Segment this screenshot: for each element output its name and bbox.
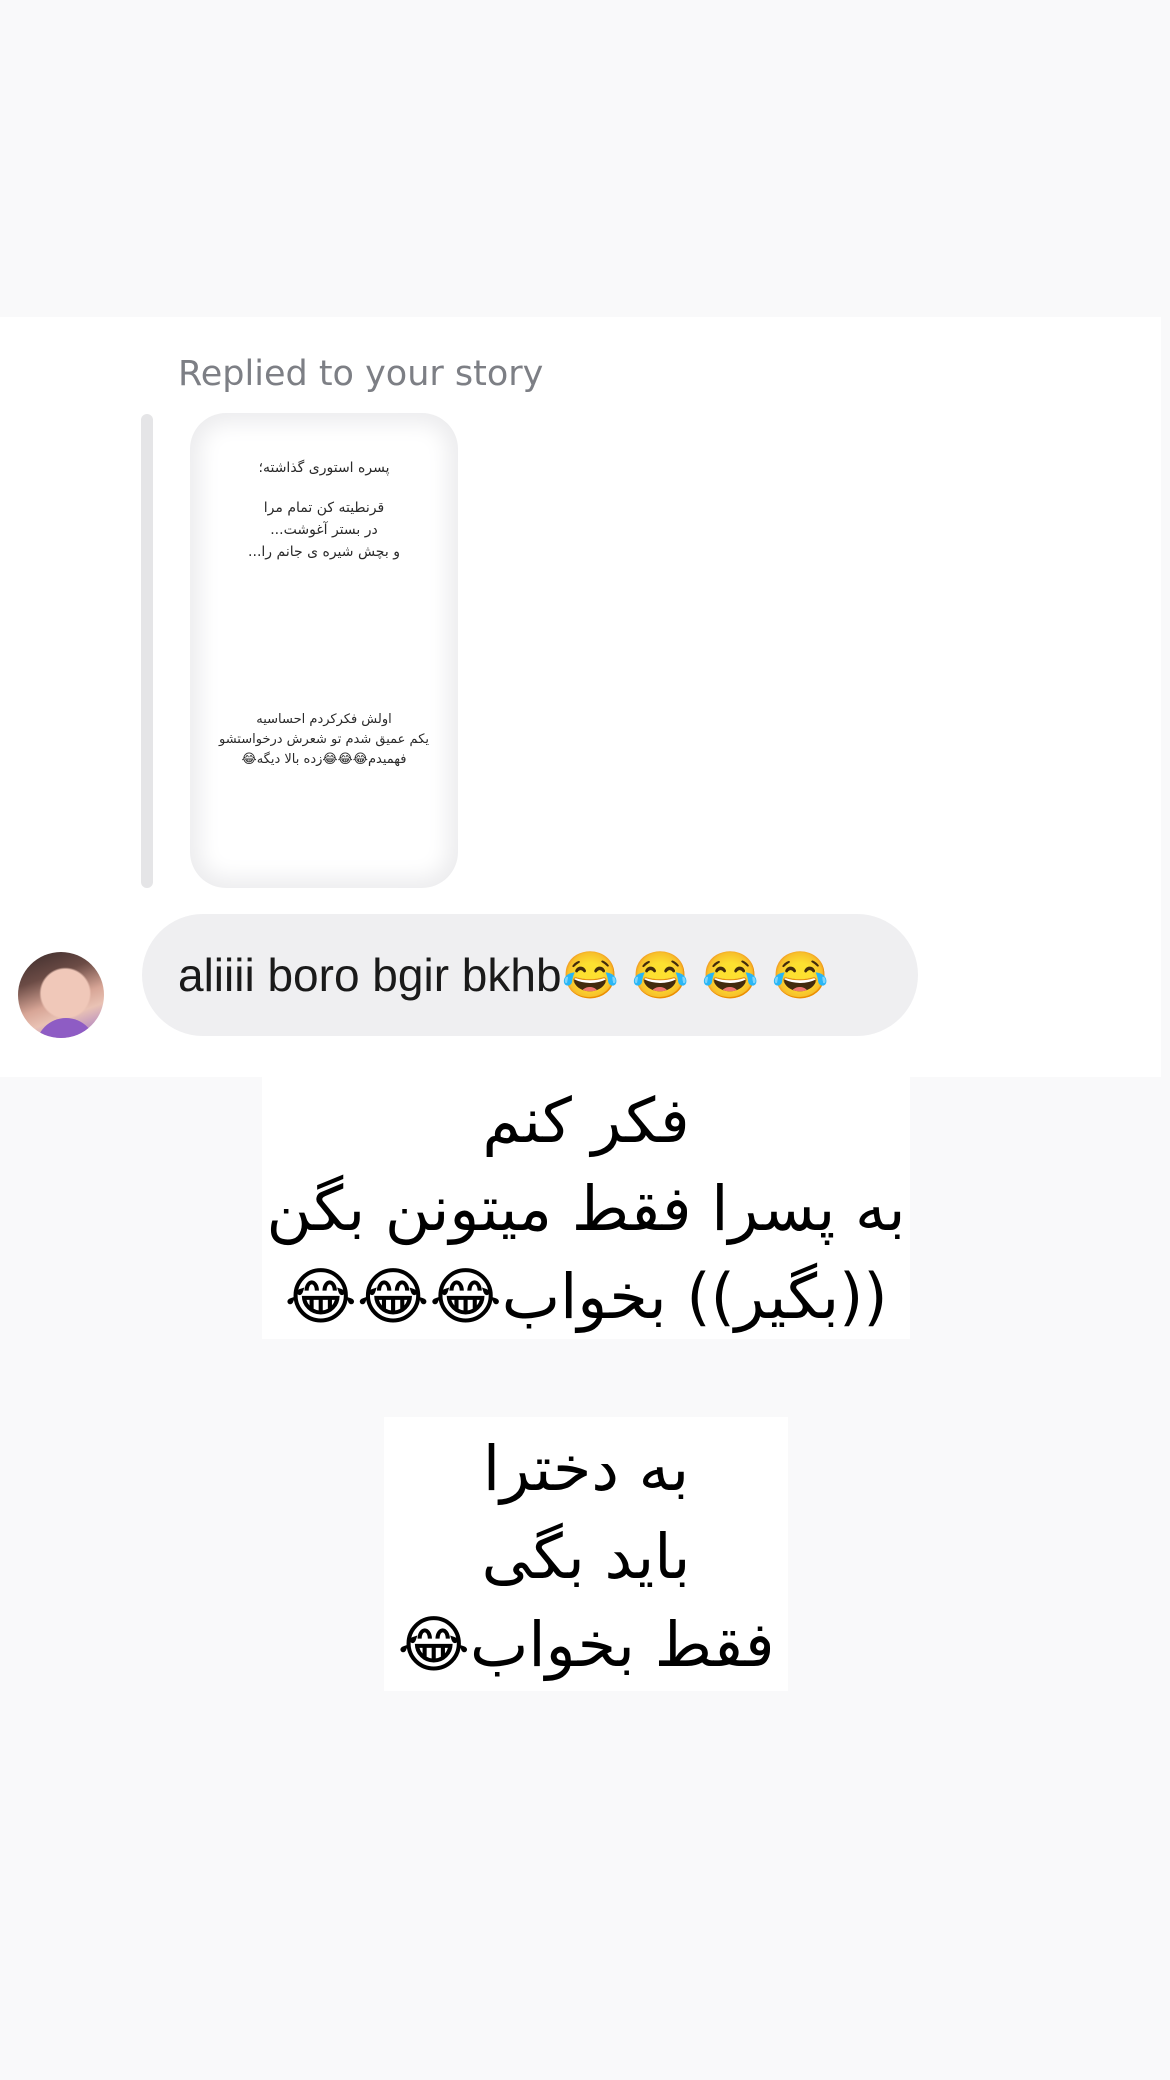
reply-indicator-bar <box>141 414 153 888</box>
story-line: اولش فکرکردم احساسیه <box>256 712 392 727</box>
caption-line: ((بگیر)) بخواب😂😂😂 <box>284 1260 888 1333</box>
caption-line: به دخترا <box>482 1432 690 1505</box>
caption-line: به پسرا فقط میتونن بگن <box>266 1172 906 1245</box>
caption-overlay-boys: فکر کنم به پسرا فقط میتونن بگن ((بگیر)) … <box>262 1077 910 1339</box>
story-line-gap <box>190 479 458 497</box>
story-text-bottom: اولش فکرکردم احساسیه یکم عمیق شدم تو شعر… <box>190 710 458 770</box>
sender-avatar[interactable] <box>18 952 104 1038</box>
caption-overlay-girls: به دخترا باید بگی فقط بخواب😂 <box>384 1417 788 1691</box>
replied-to-story-label: Replied to your story <box>178 354 544 394</box>
story-thumbnail[interactable]: پسره استوری گذاشته؛ قرنطیته کن تمام مرا … <box>190 413 458 888</box>
story-line: در بستر آغوشت... <box>270 522 378 538</box>
story-line: فهمیدم😂😂😂زده بالا دیگه😂 <box>241 752 407 767</box>
story-line: قرنطیته کن تمام مرا <box>263 500 385 516</box>
story-line: پسره استوری گذاشته؛ <box>258 460 390 476</box>
story-line: و بچش شیره ی جانم را... <box>248 544 400 560</box>
caption-line: فکر کنم <box>482 1084 690 1157</box>
caption-line: فقط بخواب😂 <box>397 1608 775 1681</box>
message-bubble[interactable]: aliiii boro bgir bkhb😂 😂 😂 😂 <box>142 914 918 1036</box>
story-text-top: پسره استوری گذاشته؛ قرنطیته کن تمام مرا … <box>190 457 458 563</box>
caption-line: باید بگی <box>481 1520 691 1593</box>
message-text: aliiii boro bgir bkhb😂 😂 😂 😂 <box>178 948 829 1001</box>
story-line: یکم عمیق شدم تو شعرش درخواستشو <box>218 732 429 747</box>
